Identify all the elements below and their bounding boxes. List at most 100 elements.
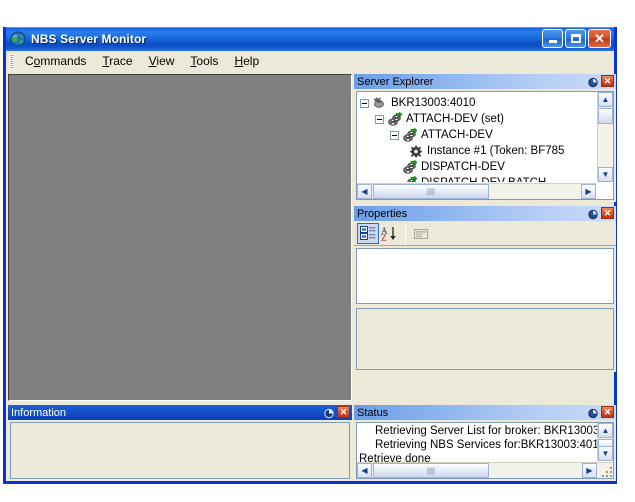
resize-grip-icon[interactable]: [599, 464, 612, 477]
chevron-up-icon: ▲: [601, 426, 610, 435]
panel-information: Information ✕: [8, 405, 352, 481]
panel-properties: Properties ✕ A Z: [354, 206, 616, 372]
tree-node[interactable]: ATTACH-DEV: [360, 126, 596, 143]
service-icon: [402, 158, 418, 175]
scroll-right-button[interactable]: ▶: [582, 463, 597, 478]
menu-tools[interactable]: Tools: [182, 52, 226, 70]
service-icon: [402, 126, 418, 143]
menu-commands[interactable]: Commands: [17, 52, 94, 70]
properties-titlebar[interactable]: Properties ✕: [354, 206, 616, 221]
categorized-view-button[interactable]: [357, 223, 379, 244]
window-title: NBS Server Monitor: [31, 32, 147, 46]
status-hscrollbar[interactable]: ◀ ▶: [357, 462, 613, 478]
tree-node-label: ATTACH-DEV (set): [406, 113, 504, 125]
expander-collapse-icon[interactable]: [390, 130, 399, 140]
menu-view[interactable]: View: [141, 52, 183, 70]
hscroll-thumb[interactable]: [373, 184, 489, 199]
scroll-up-button[interactable]: ▲: [598, 92, 613, 107]
properties-grid[interactable]: [356, 248, 614, 304]
panel-status: Status ✕ Retrieving Server List for brok…: [354, 405, 616, 481]
chevron-down-icon: ▼: [601, 170, 610, 179]
menubar-grip[interactable]: [9, 54, 13, 68]
server-tree-hscrollbar[interactable]: ◀ ▶: [357, 183, 596, 199]
scroll-down-button[interactable]: ▼: [598, 167, 613, 182]
close-button[interactable]: ✕: [588, 29, 611, 48]
close-icon: ✕: [603, 207, 612, 218]
menubar: Commands Trace View Tools Help: [6, 51, 614, 72]
chevron-left-icon: ◀: [361, 466, 368, 475]
service-icon: [402, 174, 418, 182]
properties-close-button[interactable]: ✕: [601, 207, 614, 219]
server-explorer-title: Server Explorer: [357, 75, 434, 88]
tree-node-label: BKR13003:4010: [391, 97, 476, 109]
tree-node-label: Instance #1 (Token: BF785: [427, 145, 565, 157]
property-pages-button[interactable]: [410, 223, 432, 244]
status-vscrollbar[interactable]: ▲ ▼: [597, 423, 613, 461]
tree-node[interactable]: Instance #1 (Token: BF785: [360, 143, 596, 159]
server-tree-vscrollbar[interactable]: ▲ ▼: [597, 92, 613, 182]
maximize-icon: [570, 34, 581, 43]
svg-text:Z: Z: [381, 233, 387, 242]
mdi-client-area: [8, 74, 352, 401]
alphabetical-sort-button[interactable]: A Z: [379, 223, 401, 244]
tree-node[interactable]: ATTACH-DEV (set): [360, 110, 596, 127]
chevron-left-icon: ◀: [361, 187, 368, 196]
menu-help[interactable]: Help: [226, 52, 267, 70]
auto-hide-pin-icon[interactable]: [323, 406, 335, 419]
scroll-up-button[interactable]: ▲: [598, 423, 613, 438]
globe-icon: [10, 31, 26, 47]
chevron-right-icon: ▶: [585, 187, 592, 196]
auto-hide-pin-icon[interactable]: [587, 75, 599, 88]
status-close-button[interactable]: ✕: [601, 406, 614, 418]
status-line: Retrieve done: [359, 453, 431, 462]
close-icon: ✕: [603, 75, 612, 86]
tree-node[interactable]: DISPATCH-DEV: [360, 158, 596, 175]
scroll-left-button[interactable]: ◀: [357, 184, 372, 199]
properties-body: A Z: [354, 222, 616, 372]
minimize-button[interactable]: [542, 29, 563, 48]
tree-node[interactable]: BKR13003:4010: [360, 95, 596, 111]
panel-server-explorer: Server Explorer ✕ BKR13003:4010 ATTACH-D…: [354, 74, 616, 202]
information-close-button[interactable]: ✕: [337, 406, 350, 418]
broker-icon: [372, 96, 388, 111]
status-line: Retrieving Server List for broker: BKR13…: [375, 425, 597, 437]
auto-hide-pin-icon[interactable]: [587, 207, 599, 220]
expander-collapse-icon[interactable]: [360, 98, 369, 108]
tree-node-label: DISPATCH-DEV-BATCH: [421, 177, 546, 182]
information-titlebar[interactable]: Information ✕: [8, 405, 352, 420]
menu-trace[interactable]: Trace: [94, 52, 140, 70]
toolbar-separator: [405, 224, 406, 243]
window-titlebar[interactable]: NBS Server Monitor ✕: [6, 27, 614, 51]
chevron-right-icon: ▶: [586, 466, 593, 475]
hscroll-thumb[interactable]: [373, 463, 489, 478]
instance-icon: [408, 144, 424, 159]
server-explorer-titlebar[interactable]: Server Explorer ✕: [354, 74, 616, 89]
scroll-down-button[interactable]: ▼: [598, 446, 613, 461]
thumb-grip-icon: [427, 188, 435, 195]
server-explorer-body: BKR13003:4010 ATTACH-DEV (set) ATTACH-DE…: [356, 91, 614, 200]
scroll-right-button[interactable]: ▶: [581, 184, 596, 199]
status-titlebar[interactable]: Status ✕: [354, 405, 616, 420]
scroll-left-button[interactable]: ◀: [357, 463, 372, 478]
auto-hide-pin-icon[interactable]: [587, 406, 599, 419]
expander-collapse-icon[interactable]: [375, 114, 384, 124]
information-body[interactable]: [10, 422, 350, 479]
thumb-grip-icon: [427, 467, 435, 474]
status-line: Retrieving NBS Services for:BKR13003:401…: [375, 439, 597, 451]
application-window: NBS Server Monitor ✕ Commands Trace View…: [3, 27, 617, 484]
server-explorer-close-button[interactable]: ✕: [601, 75, 614, 87]
server-tree[interactable]: BKR13003:4010 ATTACH-DEV (set) ATTACH-DE…: [357, 92, 596, 182]
properties-toolbar: A Z: [354, 222, 616, 246]
close-icon: ✕: [603, 406, 612, 417]
status-body: Retrieving Server List for broker: BKR13…: [356, 422, 614, 479]
chevron-up-icon: ▲: [601, 95, 610, 104]
information-title: Information: [11, 406, 67, 419]
service-set-icon: [387, 110, 403, 127]
vscroll-thumb[interactable]: [598, 108, 613, 124]
status-message-list[interactable]: Retrieving Server List for broker: BKR13…: [357, 423, 597, 462]
tree-node[interactable]: DISPATCH-DEV-BATCH: [360, 174, 596, 182]
tree-node-label: ATTACH-DEV: [421, 129, 493, 141]
window-controls: ✕: [542, 29, 611, 48]
tree-node-label: DISPATCH-DEV: [421, 161, 505, 173]
maximize-button[interactable]: [565, 29, 586, 48]
